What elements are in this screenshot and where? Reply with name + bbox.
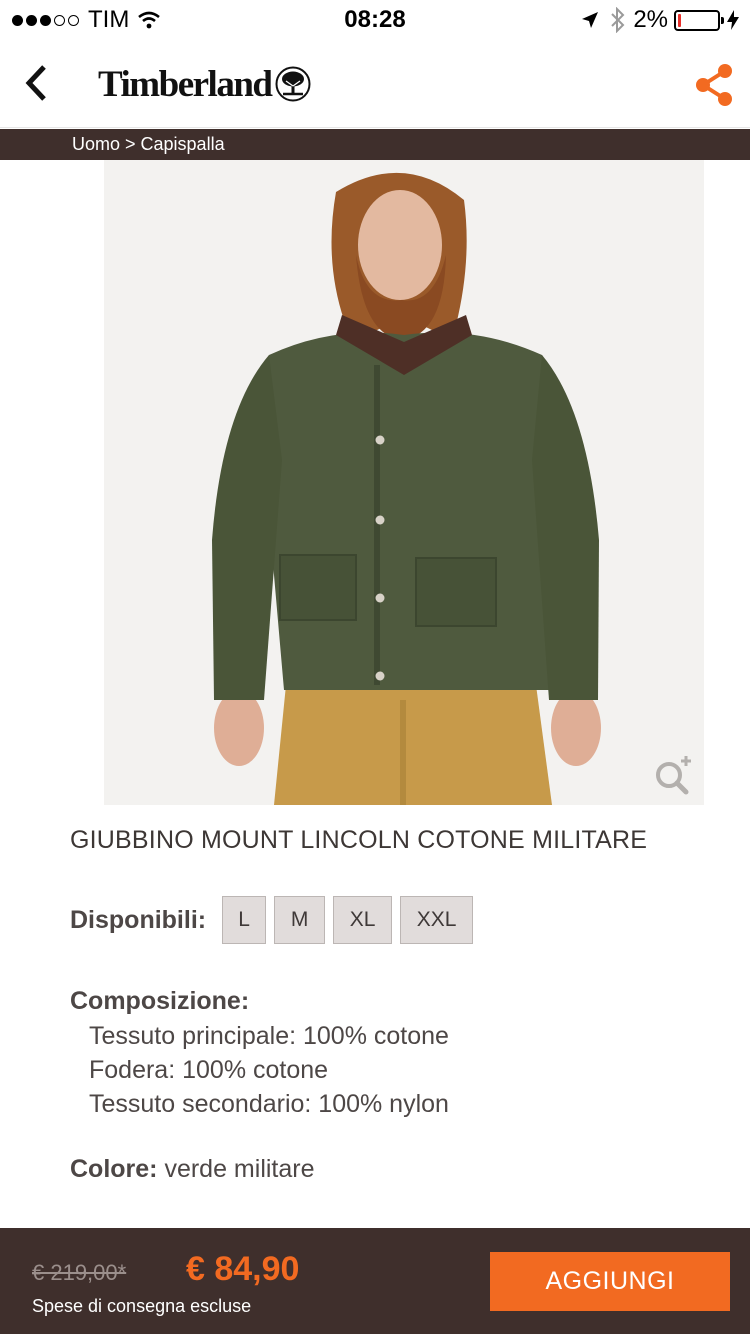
- purchase-bar: € 219,00* € 84,90 Spese di consegna escl…: [0, 1228, 750, 1334]
- sizes-label: Disponibili:: [70, 905, 207, 934]
- breadcrumb: Uomo > Capispalla: [0, 129, 750, 160]
- battery-icon: [674, 9, 724, 31]
- color-value: verde militare: [164, 1155, 315, 1183]
- product-title: GIUBBINO MOUNT LINCOLN COTONE MILITARE: [70, 826, 648, 854]
- composition-label: Composizione:: [70, 987, 250, 1015]
- share-button[interactable]: [690, 60, 738, 110]
- status-bar: TIM 08:28 2%: [0, 0, 750, 40]
- charging-bolt-icon: [727, 10, 739, 30]
- shipping-note: Spese di consegna escluse: [32, 1296, 252, 1316]
- brand-name: Timberland: [98, 63, 273, 105]
- jacket-photo: [212, 172, 601, 805]
- color-row: Colore: verde militare: [70, 1155, 315, 1184]
- back-button[interactable]: [14, 58, 58, 108]
- composition-section: Composizione: Tessuto principale: 100% c…: [70, 985, 449, 1121]
- zoom-in-icon: [656, 756, 691, 795]
- zoom-button[interactable]: [652, 753, 696, 797]
- sizes-row: Disponibili: L M XL XXL: [70, 896, 481, 944]
- old-price: € 219,00*: [32, 1260, 127, 1285]
- location-arrow-icon: [582, 12, 599, 28]
- bluetooth-icon: [611, 7, 625, 33]
- composition-item: Tessuto secondario: 100% nylon: [89, 1090, 449, 1118]
- chevron-left-icon: [25, 65, 46, 101]
- status-icons: 2%: [581, 6, 740, 34]
- breadcrumb-path[interactable]: Uomo > Capispalla: [72, 134, 225, 155]
- composition-item: Fodera: 100% cotone: [89, 1056, 329, 1084]
- battery-level: [678, 13, 682, 27]
- color-label: Colore:: [70, 1155, 158, 1183]
- composition-item: Tessuto principale: 100% cotone: [89, 1022, 449, 1050]
- size-option-l[interactable]: L: [222, 896, 267, 944]
- size-option-xxl[interactable]: XXL: [400, 896, 474, 944]
- battery-percent: 2%: [633, 6, 668, 33]
- size-option-xl[interactable]: XL: [333, 896, 393, 944]
- share-icon: [696, 64, 732, 106]
- size-option-m[interactable]: M: [274, 896, 326, 944]
- product-image[interactable]: [104, 160, 704, 805]
- brand-logo: Timberland: [98, 62, 311, 106]
- sale-price: € 84,90: [186, 1250, 300, 1288]
- tree-logo-icon: [275, 66, 311, 102]
- add-to-cart-button[interactable]: AGGIUNGI: [490, 1252, 730, 1311]
- app-header: Timberland: [0, 40, 750, 128]
